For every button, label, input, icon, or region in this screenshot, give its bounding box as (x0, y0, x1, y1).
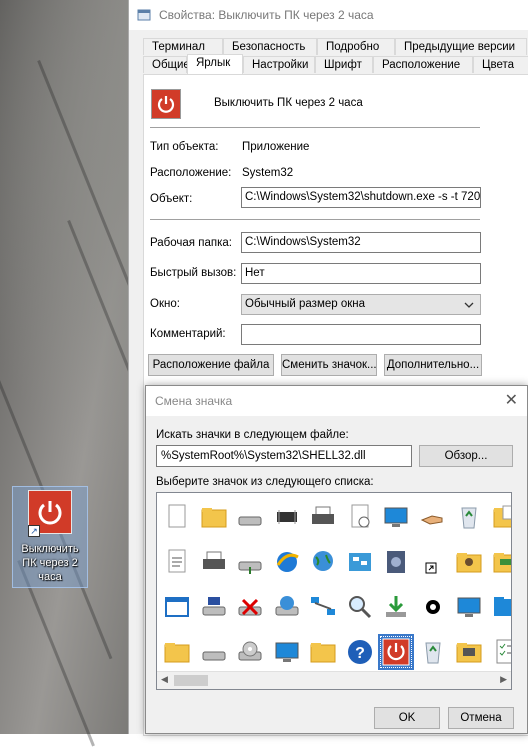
window-select[interactable]: Обычный размер окна (241, 294, 481, 315)
folder-people-icon[interactable] (451, 544, 487, 580)
tab-terminal[interactable]: Терминал (143, 38, 223, 55)
network-globe-icon[interactable] (305, 544, 341, 580)
svg-text:?: ? (355, 645, 365, 662)
hotkey-label: Быстрый вызов: (150, 267, 237, 279)
tab-font[interactable]: Шрифт (315, 56, 373, 73)
floppy-drive-icon[interactable] (196, 589, 232, 625)
change-icon-dialog: Смена значка ✕ Искать значки в следующем… (145, 385, 528, 734)
dialog-titlebar[interactable]: Смена значка ✕ (146, 386, 527, 416)
separator (150, 127, 480, 128)
folder-blue-icon[interactable] (488, 589, 511, 625)
advanced-button[interactable]: Дополнительно... (384, 354, 482, 376)
folder-yellow-icon[interactable] (159, 634, 195, 670)
chevron-down-icon (464, 298, 474, 314)
drive-disconnected-icon[interactable] (232, 589, 268, 625)
globe-drive-icon[interactable] (269, 589, 305, 625)
internet-explorer-icon[interactable] (269, 544, 305, 580)
network-drive-icon[interactable] (232, 544, 268, 580)
window-app-icon (137, 8, 151, 22)
recycle-bin-full-icon[interactable] (451, 499, 487, 535)
window-icon[interactable] (159, 589, 195, 625)
comment-field[interactable] (241, 324, 481, 345)
separator (150, 219, 480, 220)
dialog-title: Смена значка (155, 394, 233, 408)
tab-settings[interactable]: Настройки (243, 56, 315, 73)
workdir-field[interactable]: C:\Windows\System32 (241, 232, 481, 253)
properties-titlebar[interactable]: Свойства: Выключить ПК через 2 часа (129, 0, 528, 30)
folder-icon[interactable] (196, 499, 232, 535)
download-icon[interactable] (378, 589, 414, 625)
folder-share-icon[interactable] (488, 544, 511, 580)
desktop-shortcut[interactable]: ↗ Выключить ПК через 2 часа (12, 486, 88, 588)
power-icon[interactable] (378, 634, 414, 670)
tab-colors[interactable]: Цвета (473, 56, 528, 73)
shortcut-arrow-icon[interactable] (415, 544, 451, 580)
properties-title: Свойства: Выключить ПК через 2 часа (159, 8, 374, 22)
program-icon[interactable] (415, 589, 451, 625)
icon-list-label: Выберите значок из следующего списка: (156, 476, 374, 488)
power-icon (151, 89, 181, 119)
blank-document-icon[interactable] (159, 499, 195, 535)
tab-general[interactable]: Общие (143, 56, 190, 73)
comment-label: Комментарий: (150, 328, 226, 340)
type-value: Приложение (242, 141, 310, 153)
hand-icon[interactable] (415, 499, 451, 535)
desktop-shortcut-label: Выключить ПК через 2 часа (21, 543, 79, 583)
help-icon[interactable]: ? (342, 634, 378, 670)
workdir-label: Рабочая папка: (150, 237, 232, 249)
browse-button[interactable]: Обзор... (419, 445, 513, 467)
shortcut-arrow-icon: ↗ (28, 525, 40, 537)
scroll-right-icon[interactable]: ▶ (500, 674, 507, 685)
window-label: Окно: (150, 298, 180, 310)
checklist-icon[interactable] (488, 634, 511, 670)
printer-icon[interactable] (305, 499, 341, 535)
tab-layout[interactable]: Расположение (373, 56, 473, 73)
tab-shortcut[interactable]: Ярлык (187, 54, 243, 74)
location-value: System32 (242, 167, 294, 179)
recycle-bin-empty-icon[interactable] (415, 634, 451, 670)
external-drive-icon[interactable] (196, 634, 232, 670)
display-icon[interactable] (378, 499, 414, 535)
ok-button[interactable]: OK (374, 707, 440, 729)
network-nodes-icon[interactable] (305, 589, 341, 625)
drive-icon[interactable] (232, 499, 268, 535)
close-icon[interactable]: ✕ (505, 386, 518, 416)
location-label: Расположение: (150, 167, 232, 179)
tabs-row-bottom: Общие Ярлык Настройки Шрифт Расположение… (143, 54, 528, 74)
folder-doc-icon[interactable] (488, 499, 511, 535)
icon-file-path-input[interactable]: %SystemRoot%\System32\SHELL32.dll (156, 445, 412, 467)
tab-previous-versions[interactable]: Предыдущие версии (395, 38, 527, 55)
type-label: Тип объекта: (150, 141, 219, 153)
cancel-button[interactable]: Отмена (448, 707, 514, 729)
target-field[interactable]: C:\Windows\System32\shutdown.exe -s -t 7… (241, 187, 481, 208)
document-clock-icon[interactable] (342, 499, 378, 535)
change-icon-button[interactable]: Сменить значок... (281, 354, 377, 376)
search-file-label: Искать значки в следующем файле: (156, 429, 349, 441)
scrollbar-thumb[interactable] (174, 675, 208, 686)
target-label: Объект: (150, 193, 193, 205)
file-location-button[interactable]: Расположение файла (148, 354, 274, 376)
chip-icon[interactable] (269, 499, 305, 535)
search-icon[interactable] (342, 589, 378, 625)
desktop-blue-icon[interactable] (451, 589, 487, 625)
text-document-icon[interactable] (159, 544, 195, 580)
horizontal-scrollbar[interactable]: ◀ ▶ (157, 671, 511, 689)
cd-drive-icon[interactable] (232, 634, 268, 670)
control-panel-icon[interactable] (342, 544, 378, 580)
tab-details[interactable]: Подробно (317, 38, 395, 55)
shortcut-name: Выключить ПК через 2 часа (214, 97, 363, 109)
window-select-value: Обычный размер окна (245, 298, 366, 310)
folder-tools-icon[interactable] (451, 634, 487, 670)
grid-folder-icon[interactable] (305, 634, 341, 670)
icon-list[interactable]: ? ◀ ▶ (156, 492, 512, 690)
printer-server-icon[interactable] (196, 544, 232, 580)
monitor-icon[interactable] (269, 634, 305, 670)
scroll-left-icon[interactable]: ◀ (161, 674, 168, 685)
tab-security[interactable]: Безопасность (223, 38, 317, 55)
media-icon[interactable] (378, 544, 414, 580)
hotkey-field[interactable]: Нет (241, 263, 481, 284)
